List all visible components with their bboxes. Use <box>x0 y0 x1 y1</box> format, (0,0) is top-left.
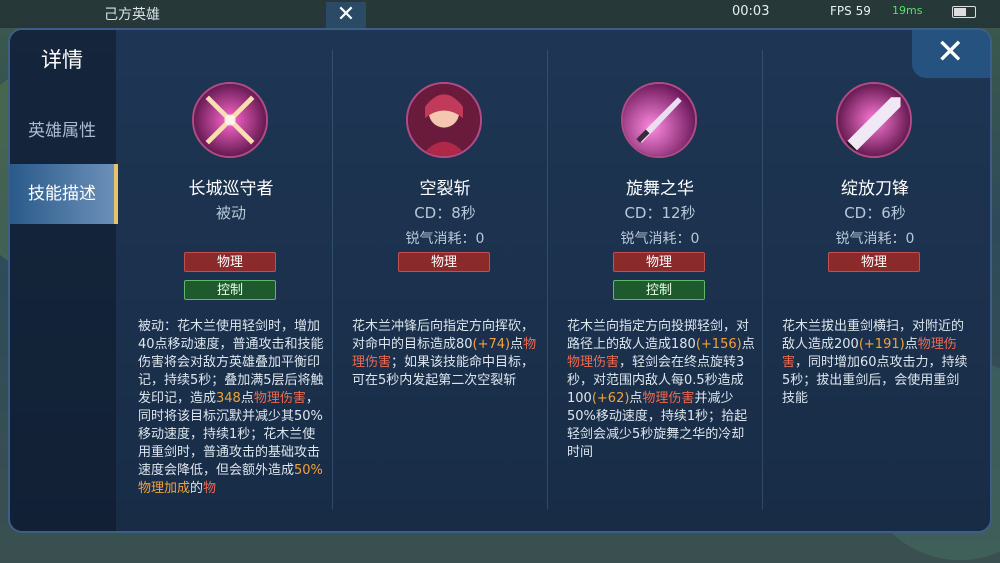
battery-icon <box>952 6 976 18</box>
skill-description: 花木兰冲锋后向指定方向挥砍，对命中的目标造成80(+74)点物理伤害；如果该技能… <box>352 318 542 508</box>
skill-card-passive: 长城巡守者 被动 物理 控制 被动：花木兰使用轻剑时，增加40点移动速度，普通攻… <box>126 30 336 531</box>
detail-panel: 详情 英雄属性 技能描述 ✕ 长城巡守者 被动 物理 控制 被动：花木兰使用轻剑… <box>8 28 992 533</box>
description-segment: ，同时增加60点攻击力，持续5秒；拔出重剑后，会使用重剑技能 <box>782 355 968 406</box>
description-segment: (+191) <box>858 337 905 352</box>
tab-skill-description[interactable]: 技能描述 <box>10 164 118 224</box>
top-hud: 己方英雄 ✕ 00:03 FPS 59 19ms <box>0 0 1000 28</box>
crossed-swords-icon[interactable] <box>192 82 268 158</box>
skill-name: 空裂斩 <box>419 179 471 199</box>
skill-description: 被动：花木兰使用轻剑时，增加40点移动速度，普通攻击和技能伤害将会对敌方英雄叠加… <box>138 318 328 508</box>
description-segment: 点 <box>629 391 643 406</box>
description-segment: (+156) <box>695 337 742 352</box>
skill-description: 花木兰拔出重剑横扫，对附近的敌人造成200(+191)点物理伤害，同时增加60点… <box>782 318 972 508</box>
skill-name: 旋舞之华 <box>626 179 694 199</box>
tag-physical: 物理 <box>613 252 705 272</box>
description-segment: 点 <box>904 337 918 352</box>
hud-close-icon[interactable]: ✕ <box>326 2 366 28</box>
skill-cooldown: CD：12秒 <box>624 204 696 222</box>
skill-card-3: 绽放刀锋 CD：6秒 锐气消耗：0 物理 花木兰拔出重剑横扫，对附近的敌人造成2… <box>770 30 980 531</box>
tag-physical: 物理 <box>398 252 490 272</box>
skill-type: 被动 <box>215 204 246 222</box>
description-segment: (+62) <box>591 391 630 406</box>
description-segment: (+74) <box>472 337 511 352</box>
description-segment: 物 <box>203 481 217 496</box>
skill-cooldown: CD：8秒 <box>414 204 476 222</box>
fps-readout: FPS 59 <box>830 4 871 18</box>
tag-control: 控制 <box>613 280 705 300</box>
description-segment: 物理伤害 <box>567 355 620 370</box>
description-segment: 点 <box>510 337 524 352</box>
flying-blade-icon[interactable] <box>621 82 697 158</box>
tab-hero-attributes[interactable]: 英雄属性 <box>10 108 114 154</box>
panel-title: 详情 <box>41 48 83 72</box>
skill-name: 长城巡守者 <box>188 179 274 199</box>
skill-cost: 锐气消耗：0 <box>620 231 700 247</box>
tag-control: 控制 <box>184 280 276 300</box>
greatsword-icon[interactable] <box>836 82 912 158</box>
description-segment: 点 <box>240 391 254 406</box>
sidebar: 详情 英雄属性 技能描述 <box>10 30 118 531</box>
skill-cost: 锐气消耗：0 <box>835 231 915 247</box>
team-label: 己方英雄 <box>104 7 160 23</box>
description-segment: 点 <box>741 337 755 352</box>
description-segment: 物理伤害 <box>253 391 306 406</box>
skill-cost: 锐气消耗：0 <box>405 231 485 247</box>
skill-name: 绽放刀锋 <box>841 179 909 199</box>
skill-card-1: 空裂斩 CD：8秒 锐气消耗：0 物理 花木兰冲锋后向指定方向挥砍，对命中的目标… <box>340 30 550 531</box>
description-segment: 物理伤害 <box>642 391 695 406</box>
skill-cooldown: CD：6秒 <box>844 204 906 222</box>
skill-card-2: 旋舞之华 CD：12秒 锐气消耗：0 物理 控制 花木兰向指定方向投掷轻剑，对路… <box>555 30 765 531</box>
warrior-portrait-icon[interactable] <box>406 82 482 158</box>
match-timer: 00:03 <box>732 4 770 19</box>
ping-readout: 19ms <box>892 4 923 17</box>
description-segment: 348 <box>216 391 241 406</box>
skill-description: 花木兰向指定方向投掷轻剑，对路径上的敌人造成180(+156)点物理伤害，轻剑会… <box>567 318 757 508</box>
tag-physical: 物理 <box>184 252 276 272</box>
tag-physical: 物理 <box>828 252 920 272</box>
description-segment: 的 <box>190 481 204 496</box>
